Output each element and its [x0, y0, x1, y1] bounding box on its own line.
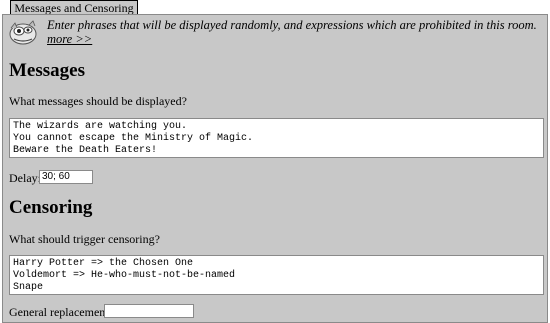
- censoring-question: What should trigger censoring?: [9, 232, 160, 246]
- messages-question: What messages should be displayed?: [9, 94, 187, 108]
- messages-textarea[interactable]: The wizards are watching you. You cannot…: [9, 118, 544, 158]
- messages-censoring-page: Messages and Censoring Enter phrases tha…: [0, 0, 550, 323]
- delay-input[interactable]: 30; 60: [39, 170, 93, 184]
- intro-description: Enter phrases that will be displayed ran…: [47, 18, 537, 32]
- intro-text: Enter phrases that will be displayed ran…: [47, 18, 537, 46]
- more-link[interactable]: more >>: [47, 32, 92, 46]
- censoring-heading: Censoring: [9, 197, 93, 218]
- general-replacement-label: General replacement:: [9, 305, 112, 319]
- messages-heading: Messages: [9, 60, 85, 81]
- general-replacement-input[interactable]: [104, 304, 194, 318]
- delay-label: Delay:: [9, 171, 41, 185]
- tab-label: Messages and Censoring: [14, 1, 134, 15]
- settings-panel: Enter phrases that will be displayed ran…: [2, 14, 548, 323]
- creature-logo-icon: [8, 20, 38, 46]
- tab-messages-and-censoring[interactable]: Messages and Censoring: [10, 0, 138, 15]
- censoring-textarea[interactable]: Harry Potter => the Chosen One Voldemort…: [9, 255, 544, 295]
